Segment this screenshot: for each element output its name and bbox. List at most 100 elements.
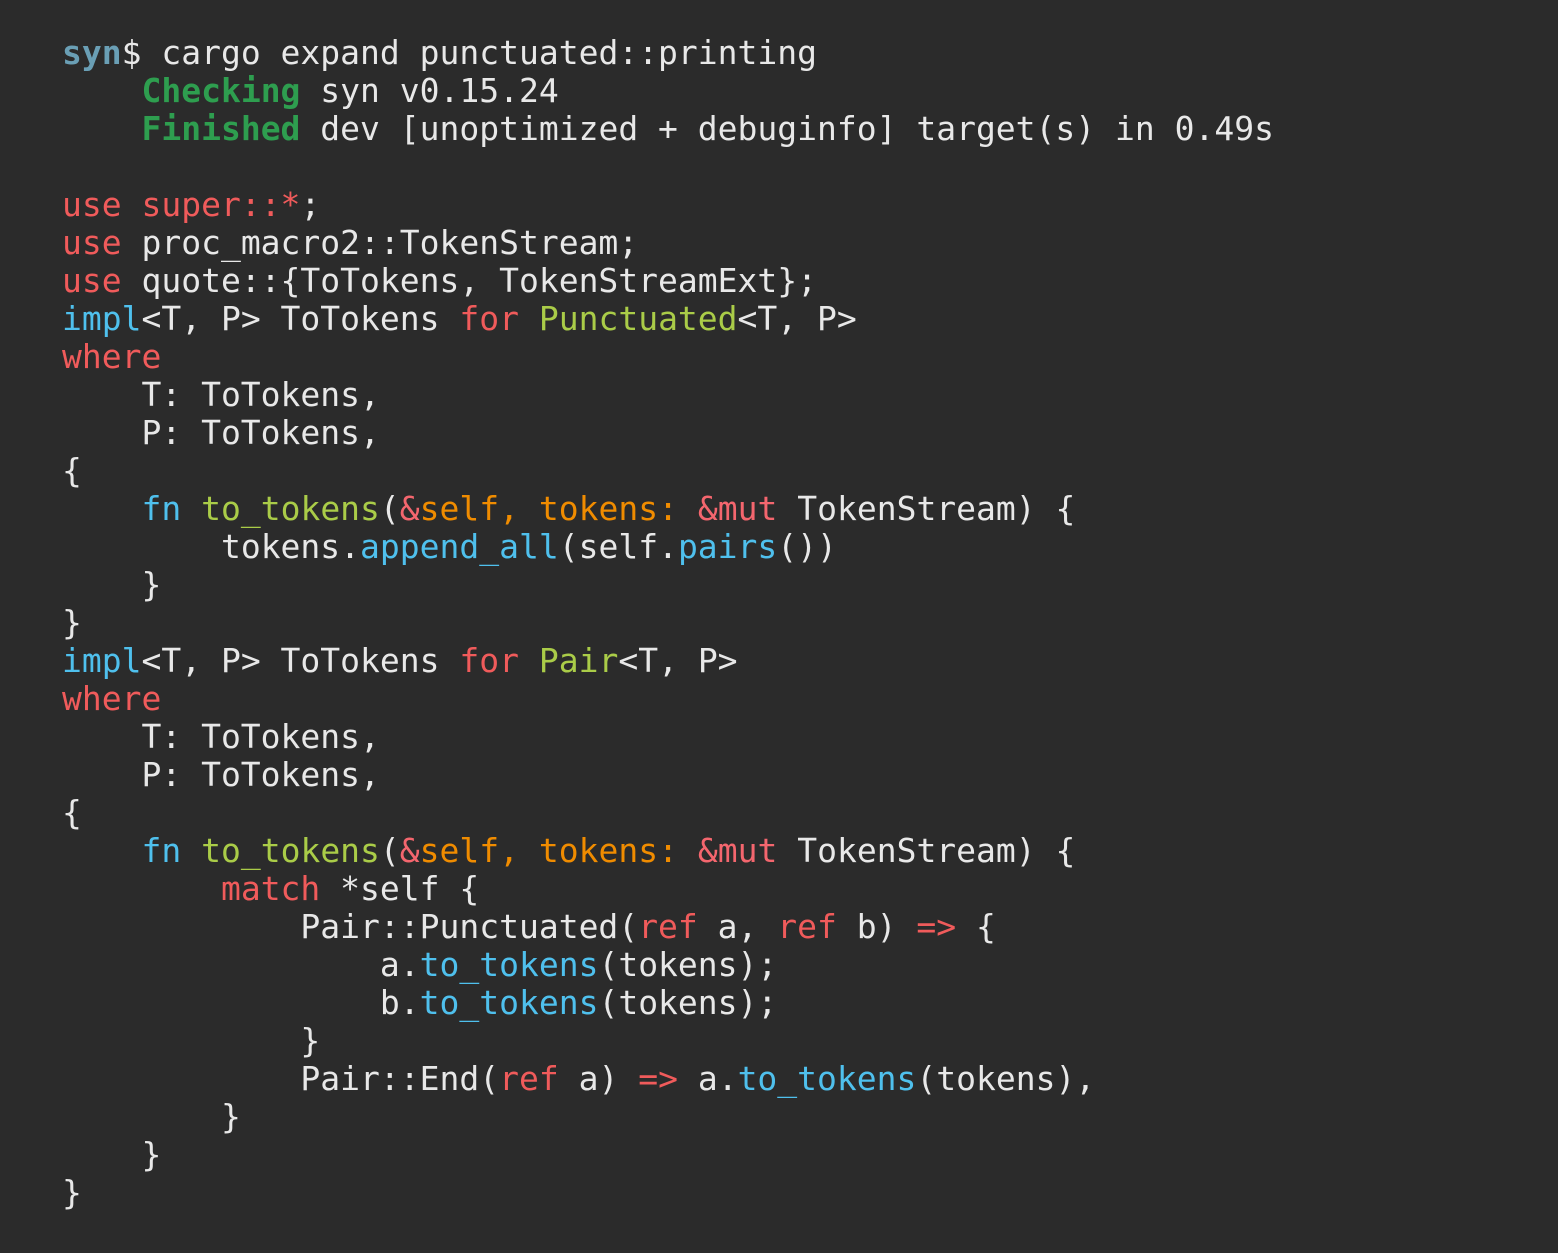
- type-params: <T, P>: [737, 299, 857, 338]
- code-line-append-all: tokens.append_all(self.pairs()): [62, 528, 1558, 566]
- keyword-impl: impl: [62, 641, 142, 680]
- type-pair: Pair: [538, 641, 619, 680]
- param-self: self: [419, 489, 500, 528]
- comma: ,: [499, 831, 539, 870]
- bound-text: P: ToTokens,: [62, 413, 380, 452]
- method-to-tokens: to_tokens: [419, 983, 599, 1022]
- keyword-fn: fn: [141, 831, 182, 870]
- fn-name-to-tokens: to_tokens: [201, 489, 380, 528]
- brace: {: [956, 907, 996, 946]
- code-line-bound-p-1: P: ToTokens,: [62, 414, 1558, 452]
- brace: }: [62, 603, 82, 642]
- code-line-bound-t-2: T: ToTokens,: [62, 718, 1558, 756]
- code-line-close-impl-1: }: [62, 604, 1558, 642]
- checking-text: syn v0.15.24: [300, 71, 559, 110]
- path-super-glob: super::*: [141, 185, 301, 224]
- code-line-fn-to-tokens-1: fn to_tokens(&self, tokens: &mut TokenSt…: [62, 490, 1558, 528]
- prompt-symbol: $: [121, 33, 142, 72]
- bound-text: T: ToTokens,: [62, 717, 380, 756]
- code-line-close-fn-2: }: [62, 1136, 1558, 1174]
- code-line-close-fn-1: }: [62, 566, 1558, 604]
- receiver-b: b.: [379, 983, 420, 1022]
- code-line-a-to-tokens: a.to_tokens(tokens);: [62, 946, 1558, 984]
- code-line-open-brace-2: {: [62, 794, 1558, 832]
- pattern-pair-punctuated: Pair::Punctuated(: [300, 907, 639, 946]
- paren-close-brace: ) {: [1015, 831, 1076, 870]
- keyword-for: for: [459, 641, 519, 680]
- method-pairs: pairs: [677, 527, 778, 566]
- keyword-match: match: [220, 869, 321, 908]
- receiver-a: a.: [677, 1059, 738, 1098]
- brace: {: [62, 793, 82, 832]
- import-path: proc_macro2::TokenStream;: [121, 223, 639, 262]
- paren-open: (: [379, 489, 400, 528]
- fat-arrow: =>: [916, 907, 957, 946]
- ampersand: &: [399, 489, 420, 528]
- brace: }: [62, 1173, 82, 1212]
- build-status-checking: Checking syn v0.15.24: [62, 72, 1558, 110]
- keyword-use: use: [62, 261, 122, 300]
- import-path: quote::{ToTokens, TokenStreamExt};: [121, 261, 817, 300]
- ampersand: &: [399, 831, 420, 870]
- keyword-where: where: [62, 337, 162, 376]
- terminal-window: syn$ cargo expand punctuated::printing C…: [0, 0, 1558, 1253]
- keyword-ref: ref: [777, 907, 837, 946]
- keyword-ref: ref: [499, 1059, 559, 1098]
- keyword-use: use: [62, 185, 122, 224]
- bound-text: P: ToTokens,: [62, 755, 380, 794]
- build-status-finished: Finished dev [unoptimized + debuginfo] t…: [62, 110, 1558, 148]
- generics: <T, P> ToTokens: [141, 299, 460, 338]
- paren-close-brace: ) {: [1015, 489, 1076, 528]
- match-expr: *self {: [320, 869, 480, 908]
- keyword-where: where: [62, 679, 162, 718]
- arg-self: (self.: [558, 527, 678, 566]
- code-line-use-super: use super::*;: [62, 186, 1558, 224]
- type-tokenstream: TokenStream: [797, 489, 1016, 528]
- semicolon: ;: [300, 185, 321, 224]
- brace: }: [62, 1097, 241, 1136]
- type-params: <T, P>: [618, 641, 738, 680]
- receiver-a: a.: [379, 945, 420, 984]
- finished-label: Finished: [141, 109, 301, 148]
- code-line-close-impl-2: }: [62, 1174, 1558, 1212]
- fat-arrow: =>: [638, 1059, 678, 1098]
- pattern-pair-end: Pair::End(: [300, 1059, 500, 1098]
- code-line-impl-pair: impl<T, P> ToTokens for Pair<T, P>: [62, 642, 1558, 680]
- colon: :: [658, 489, 678, 528]
- code-line-fn-to-tokens-2: fn to_tokens(&self, tokens: &mut TokenSt…: [62, 832, 1558, 870]
- method-append-all: append_all: [360, 527, 559, 566]
- binding-a: a): [558, 1059, 639, 1098]
- type-tokenstream: TokenStream: [797, 831, 1016, 870]
- receiver-tokens: tokens.: [220, 527, 361, 566]
- arg-tokens: (tokens);: [598, 983, 778, 1022]
- generics: <T, P> ToTokens: [141, 641, 460, 680]
- keyword-impl: impl: [62, 299, 142, 338]
- code-line-use-proc-macro2: use proc_macro2::TokenStream;: [62, 224, 1558, 262]
- colon: :: [658, 831, 678, 870]
- arg-tokens: (tokens);: [598, 945, 778, 984]
- shell-command: cargo expand punctuated::printing: [141, 33, 817, 72]
- keyword-fn: fn: [141, 489, 182, 528]
- brace: }: [62, 1021, 321, 1060]
- code-line-bound-t-1: T: ToTokens,: [62, 376, 1558, 414]
- keyword-mut-ref: &mut: [697, 489, 778, 528]
- parens: ()): [777, 527, 837, 566]
- param-tokens: tokens: [538, 831, 659, 870]
- keyword-ref: ref: [638, 907, 698, 946]
